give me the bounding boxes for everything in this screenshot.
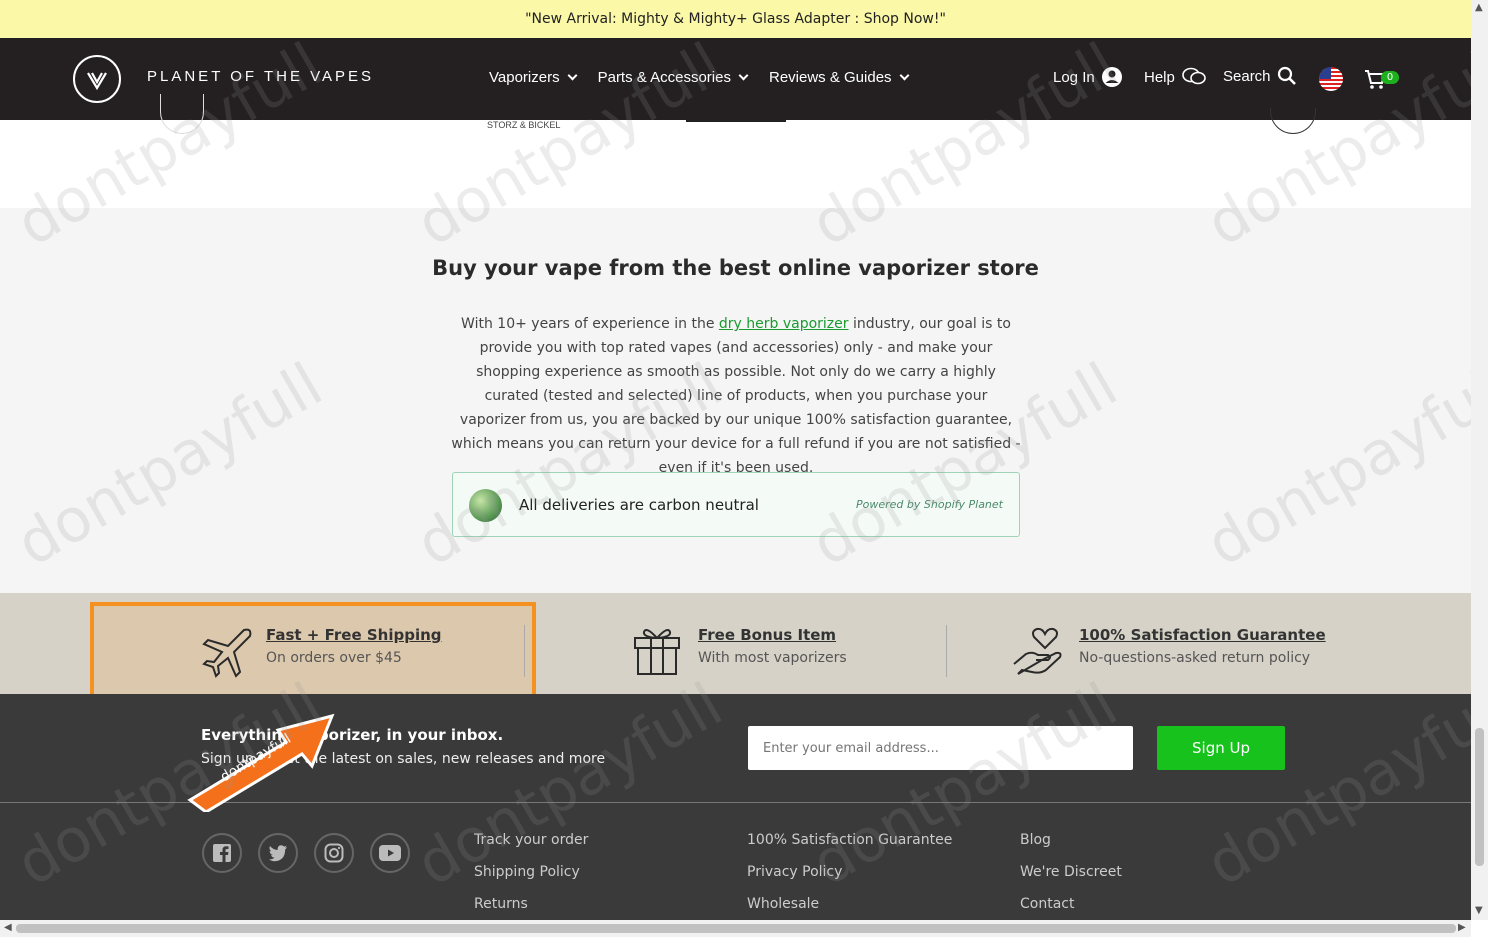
footer-links-col2: 100% Satisfaction Guarantee Privacy Poli…	[747, 824, 952, 920]
scroll-down-icon[interactable]: ▼	[1475, 905, 1483, 916]
brand-logo[interactable]	[686, 120, 786, 122]
brand-carousel: STORZ & BICKEL	[0, 94, 1471, 208]
blog-link[interactable]: Blog	[1020, 824, 1122, 856]
heart-hand-icon	[1012, 624, 1066, 682]
logo-text[interactable]: PLANET OF THE VAPES	[147, 68, 374, 85]
nav-vaporizers[interactable]: Vaporizers	[489, 69, 578, 86]
watermark-arrow-icon: dontpayfull	[186, 712, 338, 814]
chevron-down-icon	[899, 70, 909, 81]
satisfaction-guarantee-link[interactable]: 100% Satisfaction Guarantee	[747, 824, 952, 856]
nav-parts-accessories[interactable]: Parts & Accessories	[598, 69, 749, 86]
announcement-bar[interactable]: "New Arrival: Mighty & Mighty+ Glass Ada…	[0, 0, 1471, 38]
dry-herb-vaporizer-link[interactable]: dry herb vaporizer	[719, 316, 849, 332]
search-link[interactable]: Search	[1223, 66, 1297, 86]
airplane-icon	[198, 624, 252, 682]
footer-links-col3: Blog We're Discreet Contact	[1020, 824, 1122, 920]
feature-guarantee[interactable]: 100% Satisfaction Guarantee No-questions…	[1079, 626, 1326, 666]
chevron-down-icon	[567, 70, 578, 81]
wholesale-link[interactable]: Wholesale	[747, 888, 952, 920]
facebook-icon[interactable]	[202, 833, 242, 873]
carousel-next-button[interactable]	[1270, 108, 1316, 134]
footer-links-col1: Track your order Shipping Policy Returns	[474, 824, 588, 920]
horizontal-scrollbar[interactable]: ◀ ▶	[0, 920, 1471, 937]
discreet-link[interactable]: We're Discreet	[1020, 856, 1122, 888]
twitter-icon[interactable]	[258, 833, 298, 873]
scroll-left-icon[interactable]: ◀	[4, 922, 12, 933]
powered-by-text: Powered by Shopify Planet	[856, 498, 1003, 511]
carbon-text: All deliveries are carbon neutral	[519, 496, 759, 514]
instagram-icon[interactable]	[314, 833, 354, 873]
vertical-scrollbar[interactable]: ▲ ▼	[1471, 0, 1488, 920]
divider	[524, 625, 525, 677]
user-icon	[1101, 67, 1122, 87]
about-section: Buy your vape from the best online vapor…	[0, 208, 1471, 593]
cart-count-badge: 0	[1381, 71, 1399, 84]
announcement-text[interactable]: "New Arrival: Mighty & Mighty+ Glass Ada…	[525, 11, 946, 27]
privacy-policy-link[interactable]: Privacy Policy	[747, 856, 952, 888]
carousel-prev-button[interactable]	[160, 94, 204, 134]
nav-reviews-guides[interactable]: Reviews & Guides	[769, 69, 909, 86]
gift-icon	[632, 624, 682, 680]
chevron-down-icon	[738, 70, 749, 81]
brand-storz-bickel[interactable]: STORZ & BICKEL	[487, 120, 560, 130]
scroll-right-icon[interactable]: ▶	[1458, 922, 1466, 933]
feature-shipping[interactable]: Fast + Free Shipping On orders over $45	[266, 626, 442, 666]
carbon-neutral-badge[interactable]: All deliveries are carbon neutral Powere…	[452, 472, 1020, 537]
globe-icon	[469, 489, 502, 522]
scroll-thumb[interactable]	[16, 924, 1456, 933]
primary-nav: Vaporizers Parts & Accessories Reviews &…	[489, 69, 909, 86]
contact-link[interactable]: Contact	[1020, 888, 1122, 920]
scroll-up-icon[interactable]: ▲	[1475, 2, 1483, 13]
help-link[interactable]: Help	[1144, 66, 1207, 88]
logo-icon[interactable]	[73, 55, 121, 103]
main-header: PLANET OF THE VAPES Vaporizers Parts & A…	[0, 38, 1471, 120]
login-link[interactable]: Log In	[1053, 66, 1123, 88]
track-order-link[interactable]: Track your order	[474, 824, 588, 856]
about-title: Buy your vape from the best online vapor…	[432, 256, 1039, 280]
sign-up-button[interactable]: Sign Up	[1157, 726, 1285, 770]
about-text: With 10+ years of experience in the dry …	[451, 316, 1021, 476]
shipping-policy-link[interactable]: Shipping Policy	[474, 856, 588, 888]
divider	[946, 625, 947, 677]
returns-link[interactable]: Returns	[474, 888, 588, 920]
scroll-thumb[interactable]	[1475, 728, 1484, 866]
search-icon	[1277, 66, 1296, 85]
feature-bonus[interactable]: Free Bonus Item With most vaporizers	[698, 626, 847, 666]
features-bar: Fast + Free Shipping On orders over $45 …	[0, 593, 1471, 701]
youtube-icon[interactable]	[370, 833, 410, 873]
email-input[interactable]	[748, 726, 1133, 770]
chat-bubbles-icon	[1182, 67, 1206, 85]
us-flag-icon[interactable]	[1319, 67, 1343, 91]
